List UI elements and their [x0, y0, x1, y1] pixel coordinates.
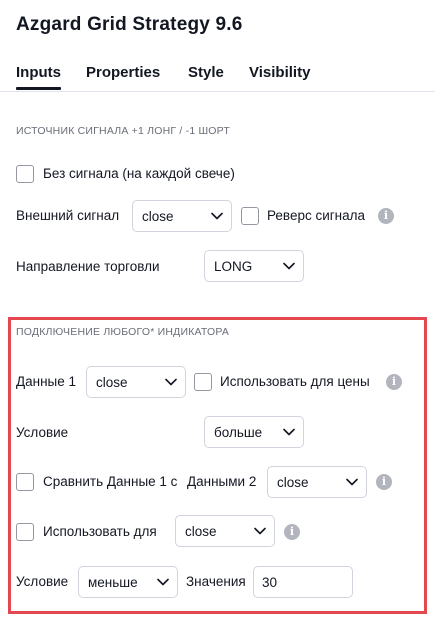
data1-select[interactable]: close	[86, 366, 186, 398]
condition2-value: меньше	[88, 575, 138, 590]
chevron-down-icon	[211, 212, 223, 220]
external-signal-value: close	[142, 209, 174, 224]
use-for-value: close	[185, 524, 217, 539]
compare-data-checkbox[interactable]	[16, 473, 34, 491]
compare-data-label: Сравнить Данные 1 с	[43, 474, 178, 489]
external-signal-select[interactable]: close	[132, 200, 232, 232]
info-icon[interactable]: i	[284, 524, 300, 540]
info-icon[interactable]: i	[376, 474, 392, 490]
tab-style[interactable]: Style	[188, 64, 224, 81]
chevron-down-icon	[283, 428, 295, 436]
data2-select[interactable]: close	[267, 466, 367, 498]
chevron-down-icon	[165, 378, 177, 386]
dialog-title: Azgard Grid Strategy 9.6	[16, 14, 243, 35]
chevron-down-icon	[157, 578, 169, 586]
tab-visibility[interactable]: Visibility	[249, 64, 310, 81]
values-label: Значения	[186, 574, 246, 589]
info-icon[interactable]: i	[386, 374, 402, 390]
condition-value: больше	[214, 425, 263, 440]
use-for-price-label: Использовать для цены	[220, 374, 370, 389]
external-signal-label: Внешний сигнал	[16, 208, 120, 223]
trade-direction-value: LONG	[214, 259, 253, 274]
use-for-checkbox[interactable]	[16, 523, 34, 541]
use-for-price-checkbox[interactable]	[194, 373, 212, 391]
chevron-down-icon	[346, 478, 358, 486]
reverse-signal-checkbox[interactable]	[241, 207, 259, 225]
reverse-signal-label: Реверс сигнала	[267, 208, 366, 223]
no-signal-label: Без сигнала (на каждой свече)	[43, 166, 235, 181]
data2-value: close	[277, 475, 309, 490]
tab-inputs[interactable]: Inputs	[16, 64, 61, 90]
values-input[interactable]	[253, 566, 353, 598]
use-for-label: Использовать для	[43, 524, 157, 539]
chevron-down-icon	[283, 262, 295, 270]
trade-direction-select[interactable]: LONG	[204, 250, 304, 282]
chevron-down-icon	[254, 527, 266, 535]
condition-select[interactable]: больше	[204, 416, 304, 448]
tab-bar: Inputs Properties Style Visibility	[0, 60, 435, 92]
tab-properties[interactable]: Properties	[86, 64, 160, 81]
data1-label: Данные 1	[16, 374, 77, 389]
condition2-select[interactable]: меньше	[78, 566, 178, 598]
indicator-section-heading: ПОДКЛЮЧЕНИЕ ЛЮБОГО* ИНДИКАТОРА	[16, 326, 230, 338]
info-icon[interactable]: i	[378, 208, 394, 224]
use-for-select[interactable]: close	[175, 515, 275, 547]
data2-label: Данными 2	[187, 474, 257, 489]
condition2-label: Условие	[16, 574, 69, 589]
trade-direction-label: Направление торговли	[16, 259, 160, 274]
data1-value: close	[96, 375, 128, 390]
condition-label: Условие	[16, 425, 69, 440]
no-signal-checkbox[interactable]	[16, 165, 34, 183]
signal-section-heading: ИСТОЧНИК СИГНАЛА +1 ЛОНГ / -1 ШОРТ	[16, 125, 231, 137]
